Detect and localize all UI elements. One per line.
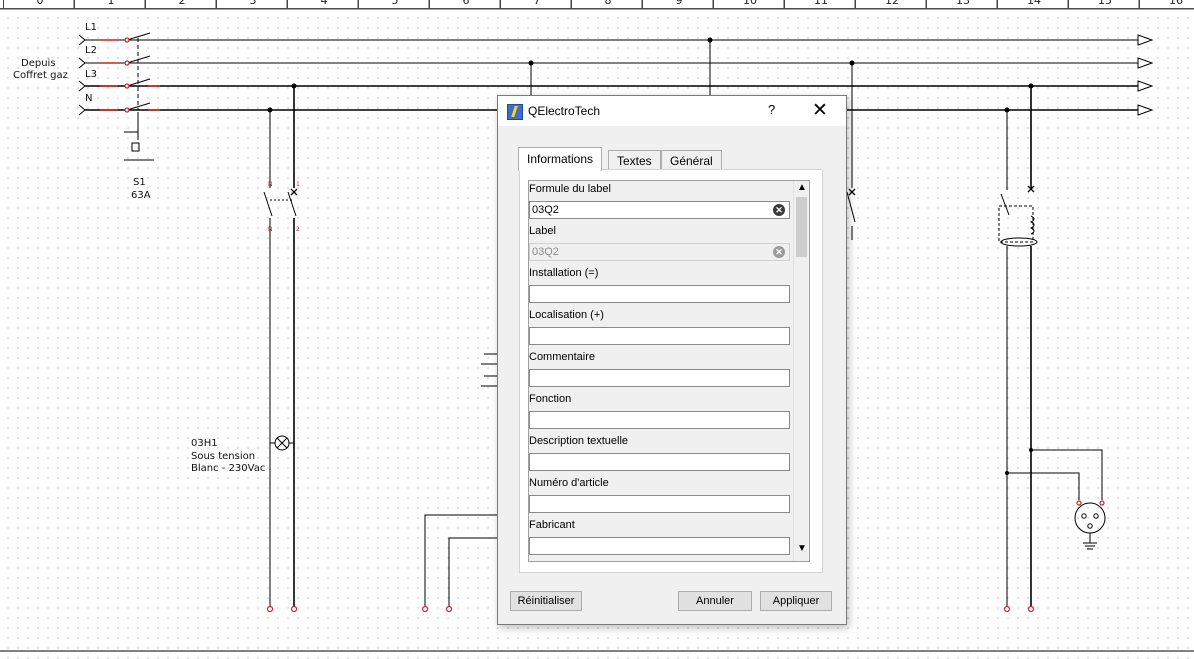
ruler-number: 14	[997, 0, 1070, 8]
ruler-number: 11	[784, 0, 857, 8]
field-value: 03Q2	[532, 204, 559, 216]
terminal-mark-2: 2	[296, 226, 300, 233]
scroll-down-arrow-icon[interactable]: ▼	[797, 543, 807, 554]
tab-panel-informations: Formule du label 03Q2 ✕ Label 03Q2 ✕ Installat…	[519, 169, 823, 573]
ruler-number: 6	[429, 0, 502, 8]
field-input[interactable]	[529, 369, 790, 387]
lamp-label-spec: Blanc - 230Vac	[191, 463, 266, 474]
ruler-number: 1	[74, 0, 147, 8]
phase-label-n: N	[85, 93, 93, 104]
field-label: Installation (=)	[529, 267, 599, 279]
element-properties-dialog[interactable]: QElectroTech ? ✕ Informations Textes Gén…	[497, 95, 847, 625]
ruler-number: 5	[358, 0, 431, 8]
field-input[interactable]	[529, 327, 790, 345]
field-input[interactable]	[529, 453, 790, 471]
field-input[interactable]: 03Q2 ✕	[529, 201, 790, 219]
terminal-mark-n-bottom: N	[268, 226, 273, 233]
field-label: Numéro d'article	[529, 477, 609, 489]
field-label: Localisation (+)	[529, 309, 604, 321]
phase-label-l2: L2	[85, 45, 97, 56]
ruler-number: 15	[1068, 0, 1141, 8]
close-button[interactable]: ✕	[812, 99, 828, 122]
source-label-line2: Coffret gaz	[13, 70, 68, 81]
ruler-number: 13	[926, 0, 999, 8]
breaker-label-rating: 63A	[131, 190, 151, 201]
ruler-number: 0	[3, 0, 76, 8]
ruler-number: 7	[500, 0, 573, 8]
tab-informations[interactable]: Informations	[518, 147, 603, 171]
field-label: Description textuelle	[529, 435, 629, 447]
field-input[interactable]	[529, 411, 790, 429]
lamp-label-function: Sous tension	[191, 451, 256, 462]
field-value: 03Q2	[532, 246, 559, 258]
terminal-mark-n-top: N	[268, 181, 273, 188]
scroll-up-arrow-icon[interactable]: ▲	[797, 182, 807, 193]
phase-label-l1: L1	[85, 22, 97, 33]
ruler-number: 4	[287, 0, 360, 8]
tab-general[interactable]: Général	[661, 150, 722, 171]
breaker-label-name: S1	[133, 177, 146, 188]
scrollbar-thumb[interactable]	[796, 197, 807, 257]
field-label: Fonction	[529, 393, 572, 405]
field-label: Commentaire	[529, 351, 596, 363]
help-button[interactable]: ?	[768, 102, 775, 117]
field-label: Fabricant	[529, 519, 575, 531]
field-label: Formule du label	[529, 183, 611, 195]
field-input[interactable]	[529, 537, 790, 555]
ruler-number: 12	[855, 0, 928, 8]
field-input[interactable]	[529, 285, 790, 303]
field-label: Label	[529, 225, 556, 237]
ruler-number: 16	[1139, 0, 1194, 8]
cancel-button[interactable]: Annuler	[678, 591, 752, 611]
lamp-label-name: 03H1	[191, 438, 218, 449]
dialog-title: QElectroTech	[528, 104, 601, 118]
qelectrotech-app-icon	[507, 104, 523, 120]
information-form-scrollarea[interactable]: Formule du label 03Q2 ✕ Label 03Q2 ✕ Installat…	[528, 180, 810, 562]
tab-textes[interactable]: Textes	[608, 150, 661, 171]
field-input: 03Q2 ✕	[529, 243, 790, 261]
ruler-number: 3	[216, 0, 289, 8]
ruler-number: 8	[571, 0, 644, 8]
ruler-number: 2	[145, 0, 218, 8]
dialog-titlebar[interactable]: QElectroTech ? ✕	[498, 96, 846, 126]
vertical-scrollbar[interactable]: ▲ ▼	[793, 181, 809, 561]
phase-label-l3: L3	[85, 69, 97, 80]
reset-button[interactable]: Réinitialiser	[510, 591, 582, 611]
field-input[interactable]	[529, 495, 790, 513]
clear-field-icon[interactable]: ✕	[773, 204, 785, 216]
ruler-number: 9	[642, 0, 715, 8]
source-label-line1: Depuis	[21, 58, 56, 69]
clear-field-icon: ✕	[773, 246, 785, 258]
apply-button[interactable]: Appliquer	[760, 591, 832, 611]
ruler-number: 10	[713, 0, 786, 8]
terminal-mark-1: 1	[296, 181, 300, 188]
